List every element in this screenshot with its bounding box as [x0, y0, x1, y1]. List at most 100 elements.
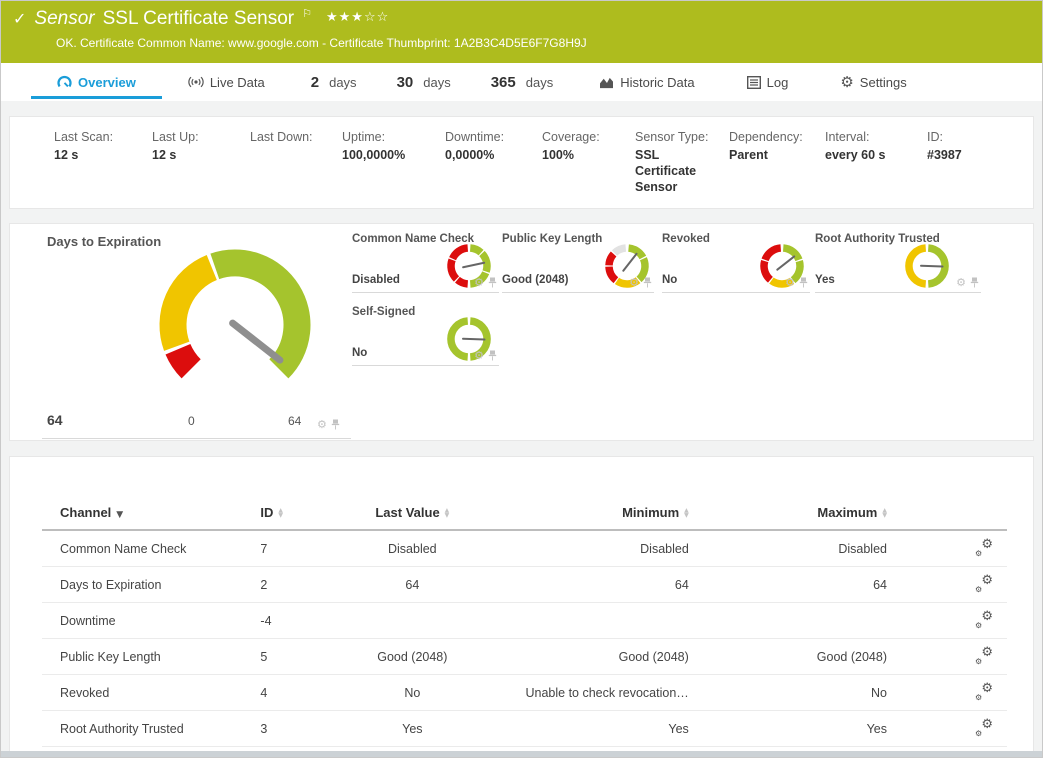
table-row[interactable]: Downtime -4 ⚙ ⚙ — [42, 603, 1007, 639]
stat-label: Coverage: — [542, 130, 627, 144]
tab-live-data[interactable]: Live Data — [162, 63, 291, 101]
cell-last-value: Yes — [329, 711, 496, 747]
table-row[interactable]: Days to Expiration 2 64 64 64 ⚙ ⚙ — [42, 567, 1007, 603]
status-ok-icon: ✓ — [13, 9, 26, 28]
cell-minimum: Good (2048) — [496, 639, 689, 675]
table-row[interactable]: Public Key Length 5 Good (2048) Good (20… — [42, 639, 1007, 675]
object-kind-label: Sensor — [34, 8, 94, 30]
channel-gauge-value: No — [352, 347, 367, 359]
tab-label: days — [526, 75, 553, 90]
gauge-scale-max: 64 — [288, 414, 301, 428]
cell-maximum: Good (2048) — [689, 639, 887, 675]
channel-settings-icon[interactable]: ⚙ ⚙ — [975, 683, 993, 699]
gauge-pin-icon[interactable] — [970, 277, 979, 289]
channel-settings-icon[interactable]: ⚙ ⚙ — [975, 611, 993, 627]
channel-gauge-cell: Common Name Check Disabled ⚙ — [352, 230, 499, 293]
sensor-title: SSL Certificate Sensor — [103, 8, 295, 30]
table-header-row: Channel▼ ID▲▼ Last Value▲▼ Minimum▲▼ Max — [42, 499, 1007, 530]
stat-value: #3987 — [927, 147, 962, 163]
gauge-settings-icon[interactable]: ⚙ — [474, 278, 484, 288]
stat-item: Uptime: 100,0000% — [342, 130, 445, 208]
sort-desc-icon: ▼ — [116, 510, 123, 520]
tab-days-number: 30 — [397, 74, 414, 91]
broadcast-icon — [188, 75, 204, 89]
gauges-panel: Days to Expiration 64 0 64 ⚙ Common Name… — [9, 223, 1034, 441]
tab-label: Live Data — [210, 75, 265, 90]
tab-overview[interactable]: Overview — [31, 63, 162, 101]
gauge-cell-divider — [42, 438, 351, 439]
gauge-icon — [57, 75, 72, 90]
sensor-status-message: OK. Certificate Common Name: www.google.… — [56, 36, 587, 50]
cell-last-value: 64 — [329, 567, 496, 603]
stat-label: Last Scan: — [54, 130, 144, 144]
column-header-maximum[interactable]: Maximum▲▼ — [689, 499, 887, 530]
stat-value: 100% — [542, 147, 627, 163]
gear-small-icon: ⚙ — [975, 693, 982, 702]
table-row[interactable]: Root Authority Trusted 3 Yes Yes Yes ⚙ ⚙ — [42, 711, 1007, 747]
cell-minimum: 64 — [496, 567, 689, 603]
channel-gauge-value: Good (2048) — [502, 274, 568, 286]
priority-stars[interactable]: ★★★☆☆ — [326, 10, 389, 25]
stat-value: 12 s — [54, 147, 144, 163]
flag-icon[interactable]: ⚐ — [302, 7, 312, 20]
gear-icon: ⚙ — [981, 537, 993, 552]
stat-item: Interval: every 60 s — [825, 130, 927, 208]
tab-settings[interactable]: ⚙ Settings — [814, 63, 932, 101]
gauge-settings-icon[interactable]: ⚙ — [956, 278, 966, 288]
channel-settings-icon[interactable]: ⚙ ⚙ — [975, 647, 993, 663]
channel-gauge-cell: Root Authority Trusted Yes ⚙ — [815, 230, 981, 293]
column-header-id[interactable]: ID▲▼ — [245, 499, 328, 530]
cell-maximum: Disabled — [689, 530, 887, 567]
column-label: Minimum — [622, 505, 679, 520]
gauge-settings-icon[interactable]: ⚙ — [317, 420, 327, 430]
stat-label: ID: — [927, 130, 962, 144]
table-row[interactable]: Revoked 4 No Unable to check revocation…… — [42, 675, 1007, 711]
tab-log[interactable]: Log — [721, 63, 815, 101]
stat-item: Downtime: 0,0000% — [445, 130, 542, 208]
gauge-pin-icon[interactable] — [488, 350, 497, 362]
gear-small-icon: ⚙ — [975, 657, 982, 666]
gear-small-icon: ⚙ — [975, 549, 982, 558]
tab-365-days[interactable]: 365 days — [471, 63, 574, 101]
gear-small-icon: ⚙ — [975, 585, 982, 594]
pin-icon — [970, 277, 979, 288]
bottom-scroll-strip[interactable] — [1, 751, 1042, 757]
gear-icon: ⚙ — [981, 573, 993, 588]
stat-label: Interval: — [825, 130, 919, 144]
gauge-settings-icon[interactable]: ⚙ — [629, 278, 639, 288]
stat-label: Last Down: — [250, 130, 334, 144]
cell-id: 3 — [245, 711, 328, 747]
gauge-settings-icon[interactable]: ⚙ — [474, 351, 484, 361]
gauge-pin-icon[interactable] — [331, 419, 340, 431]
log-list-icon — [747, 76, 761, 89]
column-header-minimum[interactable]: Minimum▲▼ — [496, 499, 689, 530]
pin-icon — [799, 277, 808, 288]
channel-gauge-value: No — [662, 274, 677, 286]
stat-label: Last Up: — [152, 130, 242, 144]
column-label: ID — [260, 505, 273, 520]
column-header-channel[interactable]: Channel▼ — [42, 499, 245, 530]
stat-value: 100,0000% — [342, 147, 437, 163]
tab-historic-data[interactable]: Historic Data — [573, 63, 720, 101]
cell-channel: Revoked — [42, 675, 245, 711]
stat-item: Coverage: 100% — [542, 130, 635, 208]
tab-30-days[interactable]: 30 days — [377, 63, 471, 101]
channel-settings-icon[interactable]: ⚙ ⚙ — [975, 575, 993, 591]
area-chart-icon — [599, 76, 614, 89]
channel-gauge-value: Disabled — [352, 274, 400, 286]
tab-2-days[interactable]: 2 days — [291, 63, 377, 101]
pin-icon — [488, 277, 497, 288]
column-label: Last Value — [375, 505, 439, 520]
gauge-pin-icon[interactable] — [643, 277, 652, 289]
cell-channel: Common Name Check — [42, 530, 245, 567]
gauge-pin-icon[interactable] — [488, 277, 497, 289]
gauge-scale-min: 0 — [188, 414, 195, 428]
channels-panel: Channel▼ ID▲▼ Last Value▲▼ Minimum▲▼ Max — [9, 456, 1034, 753]
channel-settings-icon[interactable]: ⚙ ⚙ — [975, 719, 993, 735]
table-row[interactable]: Common Name Check 7 Disabled Disabled Di… — [42, 530, 1007, 567]
channel-settings-icon[interactable]: ⚙ ⚙ — [975, 539, 993, 555]
gauge-settings-icon[interactable]: ⚙ — [785, 278, 795, 288]
column-header-last-value[interactable]: Last Value▲▼ — [329, 499, 496, 530]
gauge-pin-icon[interactable] — [799, 277, 808, 289]
stat-value: every 60 s — [825, 147, 919, 163]
